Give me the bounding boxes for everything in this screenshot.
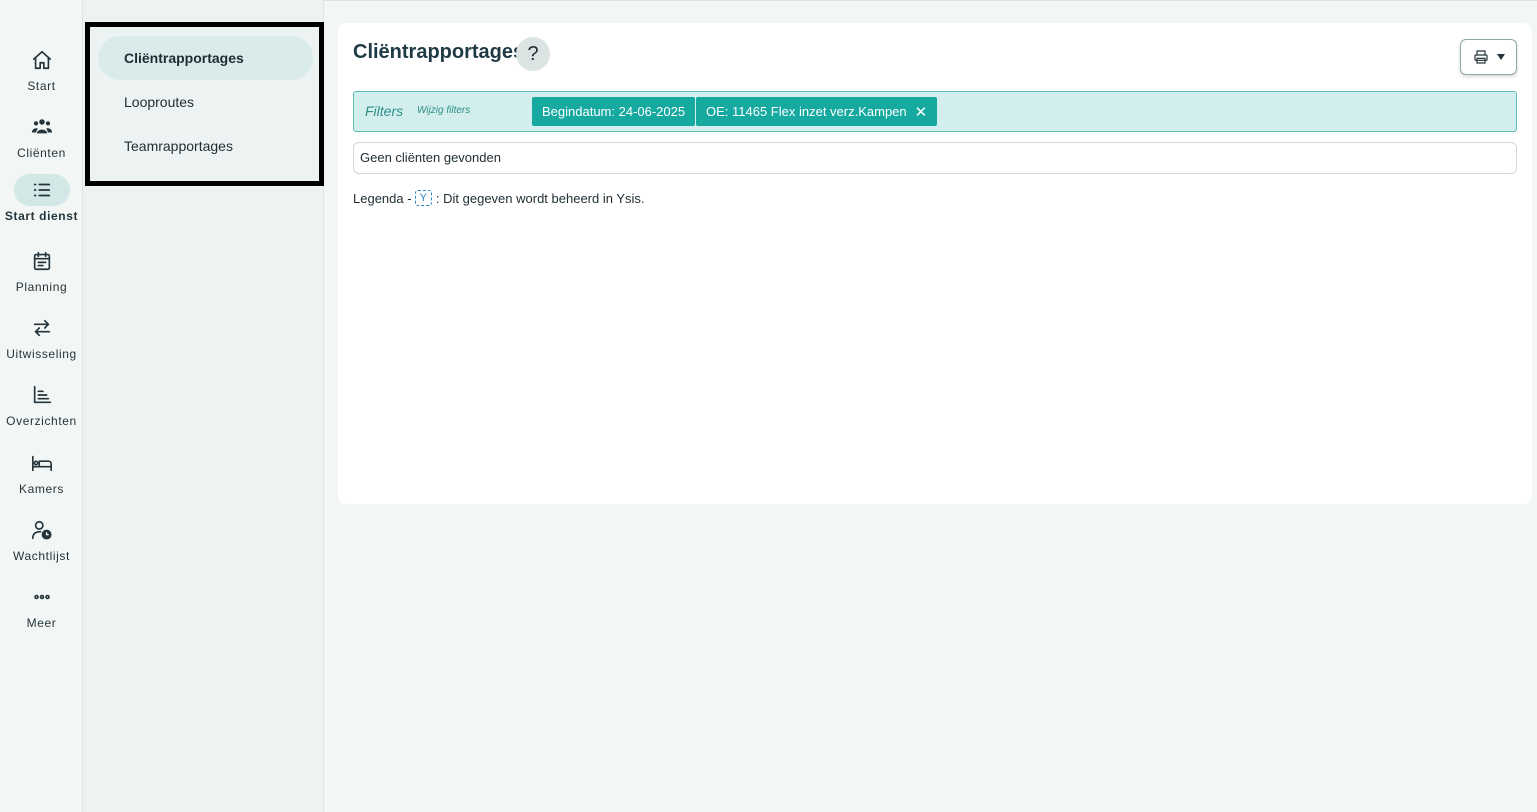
- users-icon: [14, 111, 70, 143]
- submenu-highlight-box: Cliëntrapportages Looproutes Teamrapport…: [85, 22, 324, 186]
- nav-meer[interactable]: Meer: [0, 581, 83, 641]
- chevron-down-icon: [1496, 54, 1505, 60]
- remove-filter-icon[interactable]: ✕: [915, 103, 928, 121]
- submenu-item-teamrapportages[interactable]: Teamrapportages: [98, 124, 313, 168]
- nav-wachtlijst[interactable]: Wachtlijst: [0, 514, 83, 574]
- submenu-item-clientrapportages[interactable]: Cliëntrapportages: [98, 36, 313, 80]
- nav-start-dienst[interactable]: Start dienst: [0, 174, 83, 234]
- nav-kamers[interactable]: Kamers: [0, 447, 83, 507]
- legend-text: : Dit gegeven wordt beheerd in Ysis.: [435, 190, 645, 206]
- list-icon: [13, 174, 70, 206]
- user-clock-icon: [14, 514, 70, 546]
- content-card: Cliëntrapportages ? Filters Wijzig filte…: [338, 23, 1532, 504]
- filter-bar: Filters Wijzig filters Begindatum: 24-06…: [353, 91, 1517, 132]
- nav-label: Meer: [26, 616, 57, 630]
- filter-chip-oe[interactable]: OE: 11465 Flex inzet verz.Kampen ✕: [696, 97, 938, 126]
- nav-label: Wachtlijst: [13, 549, 70, 563]
- main-navigation-rail: Start Cliënten Start dienst Planning Uit…: [0, 0, 83, 812]
- nav-label: Cliënten: [17, 146, 66, 160]
- nav-label: Kamers: [19, 482, 64, 496]
- legend-prefix: Legenda -: [353, 190, 412, 206]
- nav-label: Planning: [15, 280, 68, 294]
- filter-chip-label: Begindatum: 24-06-2025: [542, 104, 686, 119]
- help-button[interactable]: ?: [516, 37, 550, 71]
- submenu-panel: Cliëntrapportages Looproutes Teamrapport…: [83, 0, 324, 812]
- nav-label: Uitwisseling: [6, 347, 77, 361]
- legend: Legenda - Y : Dit gegeven wordt beheerd …: [353, 190, 645, 206]
- calendar-icon: [14, 245, 70, 277]
- empty-results-message: Geen cliënten gevonden: [353, 142, 1517, 174]
- filter-chip-begindatum[interactable]: Begindatum: 24-06-2025: [532, 97, 696, 126]
- filter-chip-label: OE: 11465 Flex inzet verz.Kampen: [706, 104, 907, 119]
- more-icon: [14, 581, 70, 613]
- nav-clienten[interactable]: Cliënten: [0, 111, 83, 171]
- printer-icon: [1473, 50, 1488, 64]
- chart-icon: [14, 379, 70, 411]
- nav-overzichten[interactable]: Overzichten: [0, 379, 83, 439]
- filters-label: Filters: [365, 103, 404, 119]
- bed-icon: [14, 447, 70, 479]
- nav-start[interactable]: Start: [0, 44, 83, 104]
- edit-filters-link[interactable]: Wijzig filters: [417, 105, 470, 116]
- nav-label: Start dienst: [4, 209, 79, 223]
- nav-label: Start: [27, 79, 56, 93]
- page-title: Cliëntrapportages: [353, 41, 525, 63]
- nav-planning[interactable]: Planning: [0, 245, 83, 305]
- legend-ysis-badge: Y: [414, 190, 432, 206]
- nav-uitwisseling[interactable]: Uitwisseling: [0, 312, 83, 372]
- nav-label: Overzichten: [6, 414, 77, 428]
- exchange-icon: [14, 312, 70, 344]
- submenu-item-looproutes[interactable]: Looproutes: [98, 80, 313, 124]
- home-icon: [14, 44, 70, 76]
- print-menu-button[interactable]: [1460, 39, 1517, 75]
